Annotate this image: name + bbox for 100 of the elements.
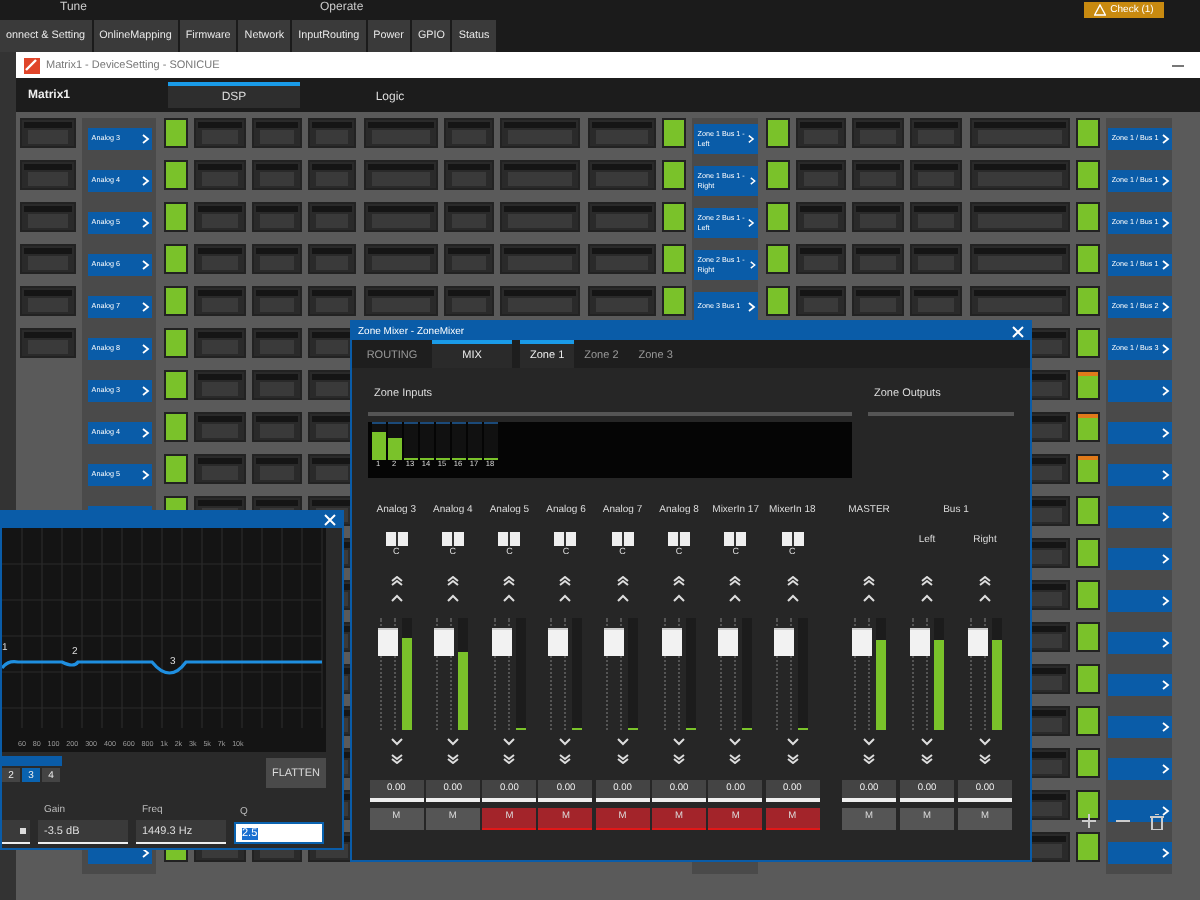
- double-chevron-up-icon[interactable]: [920, 575, 934, 585]
- dsp-module[interactable]: [308, 118, 357, 148]
- chevron-up-icon[interactable]: [920, 593, 934, 601]
- double-chevron-down-icon[interactable]: [502, 753, 517, 763]
- dsp-module[interactable]: [252, 286, 303, 316]
- dsp-module[interactable]: [444, 244, 495, 274]
- chevron-down-icon[interactable]: [978, 737, 992, 745]
- pan-knob[interactable]: [611, 531, 634, 545]
- dsp-module[interactable]: [587, 202, 656, 232]
- pan-knob[interactable]: [498, 531, 521, 545]
- dsp-module[interactable]: [193, 244, 246, 274]
- dsp-module[interactable]: [363, 244, 438, 274]
- dsp-module[interactable]: [795, 202, 846, 232]
- fader-thumb[interactable]: [774, 627, 795, 655]
- close-icon[interactable]: [1012, 325, 1024, 337]
- double-chevron-up-icon[interactable]: [502, 575, 517, 585]
- dsp-module[interactable]: [852, 160, 905, 190]
- fader-thumb[interactable]: [851, 627, 871, 655]
- double-chevron-up-icon[interactable]: [445, 575, 460, 585]
- dsp-module[interactable]: [969, 244, 1070, 274]
- dsp-module[interactable]: [969, 202, 1070, 232]
- double-chevron-up-icon[interactable]: [389, 575, 404, 585]
- chevron-up-icon[interactable]: [502, 593, 517, 601]
- type-dropdown[interactable]: [2, 820, 30, 844]
- dsp-module[interactable]: [252, 202, 303, 232]
- output-patch-button[interactable]: [1107, 464, 1172, 486]
- output-patch-button[interactable]: [1107, 674, 1172, 696]
- dsp-module[interactable]: [193, 454, 246, 484]
- dsp-module[interactable]: [363, 202, 438, 232]
- pan-knob[interactable]: [441, 531, 464, 545]
- dsp-module[interactable]: [587, 244, 656, 274]
- chevron-down-icon[interactable]: [672, 737, 687, 745]
- dsp-module[interactable]: [193, 202, 246, 232]
- dsp-module[interactable]: [444, 118, 495, 148]
- minus-icon[interactable]: [1116, 814, 1130, 828]
- dsp-module[interactable]: [852, 244, 905, 274]
- chevron-down-icon[interactable]: [615, 737, 630, 745]
- dsp-module[interactable]: [444, 202, 495, 232]
- double-chevron-down-icon[interactable]: [615, 753, 630, 763]
- double-chevron-up-icon[interactable]: [558, 575, 573, 585]
- double-chevron-down-icon[interactable]: [862, 753, 876, 763]
- chevron-up-icon[interactable]: [862, 593, 876, 601]
- dsp-module[interactable]: [587, 118, 656, 148]
- dsp-module[interactable]: [193, 328, 246, 358]
- output-patch-button[interactable]: [1107, 842, 1172, 864]
- double-chevron-up-icon[interactable]: [728, 575, 743, 585]
- dsp-module[interactable]: [795, 160, 846, 190]
- dsp-module[interactable]: [587, 286, 656, 316]
- dsp-module[interactable]: [252, 328, 303, 358]
- input-module[interactable]: [20, 328, 76, 358]
- dsp-module[interactable]: [252, 454, 303, 484]
- pan-knob[interactable]: [668, 531, 691, 545]
- chevron-up-icon[interactable]: [785, 593, 800, 601]
- double-chevron-down-icon[interactable]: [445, 753, 460, 763]
- output-patch-button[interactable]: [1107, 758, 1172, 780]
- dsp-module[interactable]: [500, 244, 581, 274]
- chevron-down-icon[interactable]: [558, 737, 573, 745]
- chevron-up-icon[interactable]: [615, 593, 630, 601]
- dsp-module[interactable]: [910, 118, 963, 148]
- input-module[interactable]: [20, 160, 76, 190]
- chevron-down-icon[interactable]: [445, 737, 460, 745]
- dsp-module[interactable]: [852, 118, 905, 148]
- plus-icon[interactable]: [1082, 814, 1096, 828]
- dsp-module[interactable]: [500, 286, 581, 316]
- pan-knob[interactable]: [554, 531, 577, 545]
- double-chevron-down-icon[interactable]: [978, 753, 992, 763]
- input-module[interactable]: [20, 202, 76, 232]
- fader-thumb[interactable]: [434, 627, 455, 655]
- chevron-down-icon[interactable]: [862, 737, 876, 745]
- dsp-module[interactable]: [444, 160, 495, 190]
- output-patch-button[interactable]: [1107, 548, 1172, 570]
- output-patch-button[interactable]: [1107, 506, 1172, 528]
- dsp-module[interactable]: [252, 160, 303, 190]
- chevron-up-icon[interactable]: [558, 593, 573, 601]
- dsp-module[interactable]: [193, 370, 246, 400]
- dsp-module[interactable]: [252, 370, 303, 400]
- double-chevron-down-icon[interactable]: [728, 753, 743, 763]
- dsp-module[interactable]: [910, 244, 963, 274]
- fader-thumb[interactable]: [604, 627, 625, 655]
- chevron-down-icon[interactable]: [728, 737, 743, 745]
- input-module[interactable]: [20, 118, 76, 148]
- fader-thumb[interactable]: [491, 627, 512, 655]
- dsp-module[interactable]: [252, 118, 303, 148]
- dsp-module[interactable]: [852, 286, 905, 316]
- chevron-down-icon[interactable]: [920, 737, 934, 745]
- dsp-module[interactable]: [795, 118, 846, 148]
- double-chevron-up-icon[interactable]: [978, 575, 992, 585]
- pan-knob[interactable]: [724, 531, 747, 545]
- dsp-module[interactable]: [910, 202, 963, 232]
- dsp-module[interactable]: [969, 160, 1070, 190]
- dsp-module[interactable]: [193, 118, 246, 148]
- fader-thumb[interactable]: [717, 627, 738, 655]
- dsp-module[interactable]: [969, 118, 1070, 148]
- pan-knob[interactable]: [781, 531, 804, 545]
- dsp-module[interactable]: [252, 244, 303, 274]
- input-module[interactable]: [20, 286, 76, 316]
- dsp-module[interactable]: [795, 286, 846, 316]
- fader-thumb[interactable]: [967, 627, 987, 655]
- dsp-module[interactable]: [308, 286, 357, 316]
- double-chevron-down-icon[interactable]: [389, 753, 404, 763]
